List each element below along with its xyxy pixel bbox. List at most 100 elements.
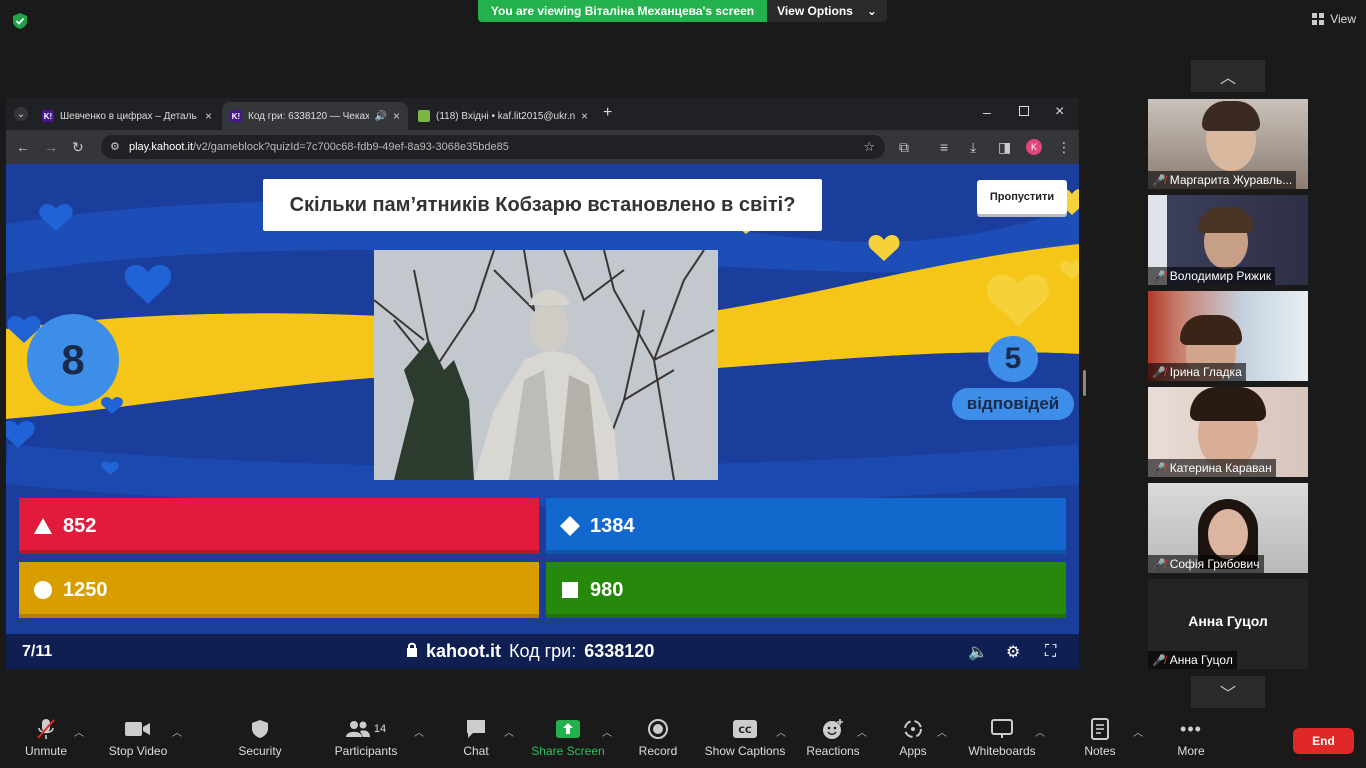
video-options-caret-icon[interactable]: ︿ <box>172 724 182 739</box>
participant-name-tag: 🎤̸ Ірина Гладка <box>1148 363 1246 381</box>
tab-search-icon[interactable]: ⌄ <box>14 107 28 121</box>
security-shield-icon <box>251 718 269 740</box>
kahoot-favicon-icon: K! <box>230 110 242 122</box>
end-meeting-button[interactable]: End <box>1293 728 1354 754</box>
skip-button[interactable]: Пропустити <box>977 180 1067 214</box>
volume-icon[interactable]: 🔈 <box>968 642 988 662</box>
view-options-button[interactable]: View Options ⌄ <box>767 0 887 22</box>
whiteboards-label: Whiteboards <box>968 744 1036 758</box>
speaker-icon[interactable]: 🔊 <box>375 111 387 122</box>
diamond-icon <box>560 516 580 536</box>
share-screen-arrow-icon <box>556 718 580 740</box>
captions-options-caret-icon[interactable]: ︿ <box>776 724 786 739</box>
fullscreen-icon[interactable]: ⛶ <box>1045 643 1056 661</box>
participants-options-caret-icon[interactable]: ︿ <box>414 724 424 739</box>
more-button[interactable]: ••• More <box>1168 708 1214 768</box>
browser-tab-2[interactable]: K! Код гри: 6338120 — Чеках 🔊 × <box>222 102 408 130</box>
close-tab-icon[interactable]: × <box>581 109 588 123</box>
extensions-icon[interactable]: ⧉ <box>899 139 909 156</box>
share-screen-button[interactable]: Share Screen <box>530 708 606 768</box>
participants-label: Participants <box>334 744 398 758</box>
site-info-icon[interactable]: ⚙ <box>110 140 120 153</box>
answers-label: відповідей <box>952 388 1074 420</box>
unmute-button[interactable]: Unmute <box>18 708 74 768</box>
bookmark-star-icon[interactable]: ☆ <box>863 139 875 155</box>
gallery-down-button[interactable]: ﹀ <box>1191 676 1265 708</box>
address-bar[interactable]: ⚙ play.kahoot.it/v2/gameblock?quizId=7c7… <box>101 135 885 159</box>
share-options-caret-icon[interactable]: ︿ <box>602 724 612 739</box>
kahoot-brand: kahoot.it <box>426 641 501 661</box>
participant-name: Ірина Гладка <box>1169 365 1242 379</box>
security-button[interactable]: Security <box>232 708 288 768</box>
participant-tile-no-video[interactable]: Анна Гуцол 🎤̸ Анна Гуцол <box>1148 579 1308 669</box>
unmute-label: Unmute <box>24 744 68 758</box>
view-button[interactable]: View <box>1312 8 1356 30</box>
reload-icon[interactable]: ↻ <box>72 139 84 156</box>
answer-label: 980 <box>590 578 624 601</box>
participants-count: 14 <box>373 723 387 735</box>
record-button[interactable]: Record <box>634 708 682 768</box>
answer-option-yellow[interactable]: 1250 <box>19 562 539 618</box>
answer-option-green[interactable]: 980 <box>546 562 1066 618</box>
chat-options-caret-icon[interactable]: ︿ <box>504 724 514 739</box>
security-label: Security <box>238 744 282 758</box>
reactions-button[interactable]: Reactions <box>804 708 862 768</box>
close-window-icon[interactable]: × <box>1055 103 1064 121</box>
notes-options-caret-icon[interactable]: ︿ <box>1133 724 1143 739</box>
close-tab-icon[interactable]: × <box>393 109 400 123</box>
participant-name: Маргарита Журавль... <box>1169 173 1293 187</box>
whiteboards-options-caret-icon[interactable]: ︿ <box>1035 724 1045 739</box>
gallery-up-button[interactable]: ︿ <box>1191 60 1265 92</box>
resize-handle[interactable] <box>1083 370 1086 396</box>
more-dots-icon: ••• <box>1180 718 1202 739</box>
security-shield-icon[interactable] <box>12 12 28 30</box>
maximize-icon[interactable] <box>1019 106 1029 116</box>
media-control-icon[interactable]: ≡ <box>940 139 948 155</box>
muted-mic-icon: 🎤̸ <box>1152 558 1166 571</box>
show-captions-button[interactable]: CC Show Captions <box>704 708 786 768</box>
record-icon <box>648 718 668 740</box>
apps-options-caret-icon[interactable]: ︿ <box>937 724 947 739</box>
reactions-options-caret-icon[interactable]: ︿ <box>857 724 867 739</box>
share-screen-label: Share Screen <box>531 744 605 758</box>
participants-icon: 14 <box>345 718 387 740</box>
game-footer: 7/11 kahoot.it Код гри: 6338120 🔈 ⚙ ⛶ <box>6 634 1079 669</box>
participant-tile[interactable]: 🎤̸ Маргарита Журавль... <box>1148 99 1308 189</box>
participant-tile[interactable]: 🎤̸ Володимир Рижик <box>1148 195 1308 285</box>
participant-name-tag: 🎤̸ Катерина Караван <box>1148 459 1276 477</box>
chat-button[interactable]: Chat <box>456 708 496 768</box>
forward-arrow-icon[interactable]: → <box>44 139 58 155</box>
notes-button[interactable]: Notes <box>1078 708 1122 768</box>
notes-icon <box>1091 718 1109 740</box>
view-label: View <box>1330 12 1356 26</box>
browser-menu-icon[interactable]: ⋮ <box>1057 139 1071 156</box>
reactions-label: Reactions <box>806 744 860 758</box>
settings-gear-icon[interactable]: ⚙ <box>1006 642 1020 662</box>
audio-options-caret-icon[interactable]: ︿ <box>74 724 84 739</box>
back-arrow-icon[interactable]: ← <box>16 139 30 155</box>
minimize-icon[interactable]: – <box>983 104 991 120</box>
close-tab-icon[interactable]: × <box>205 109 212 123</box>
viewing-screen-message: You are viewing Віталіна Механцева's scr… <box>478 0 767 22</box>
participant-tile[interactable]: 🎤̸ Катерина Караван <box>1148 387 1308 477</box>
participant-tile[interactable]: 🎤̸ Софія Грибович <box>1148 483 1308 573</box>
new-tab-icon[interactable]: + <box>603 104 612 122</box>
shared-browser-window: ⌄ K! Шевченко в цифрах – Деталь × K! Код… <box>6 98 1079 669</box>
stop-video-button[interactable]: Stop Video <box>104 708 172 768</box>
participants-button[interactable]: 14 Participants <box>330 708 402 768</box>
mail-favicon-icon <box>418 110 430 122</box>
answer-option-blue[interactable]: 1384 <box>546 498 1066 554</box>
participant-name-tag: 🎤̸ Володимир Рижик <box>1148 267 1276 285</box>
profile-avatar[interactable]: K <box>1026 139 1042 155</box>
side-panel-icon[interactable]: ◨ <box>998 139 1011 156</box>
answer-option-red[interactable]: 852 <box>19 498 539 554</box>
participant-tile[interactable]: 🎤̸ Ірина Гладка <box>1148 291 1308 381</box>
download-icon[interactable]: ⤓ <box>970 139 976 156</box>
browser-tab-1[interactable]: K! Шевченко в цифрах – Деталь × <box>34 102 220 130</box>
participant-display-name: Анна Гуцол <box>1188 613 1268 629</box>
browser-tab-3[interactable]: (118) Вхідні • kaf.lit2015@ukr.n × <box>410 102 596 130</box>
apps-button[interactable]: Apps <box>892 708 934 768</box>
url-path: /v2/gameblock?quizId=7c700c68-fdb9-49ef-… <box>193 141 509 153</box>
whiteboards-button[interactable]: Whiteboards <box>964 708 1040 768</box>
participant-name-tag: 🎤̸ Маргарита Журавль... <box>1148 171 1297 189</box>
